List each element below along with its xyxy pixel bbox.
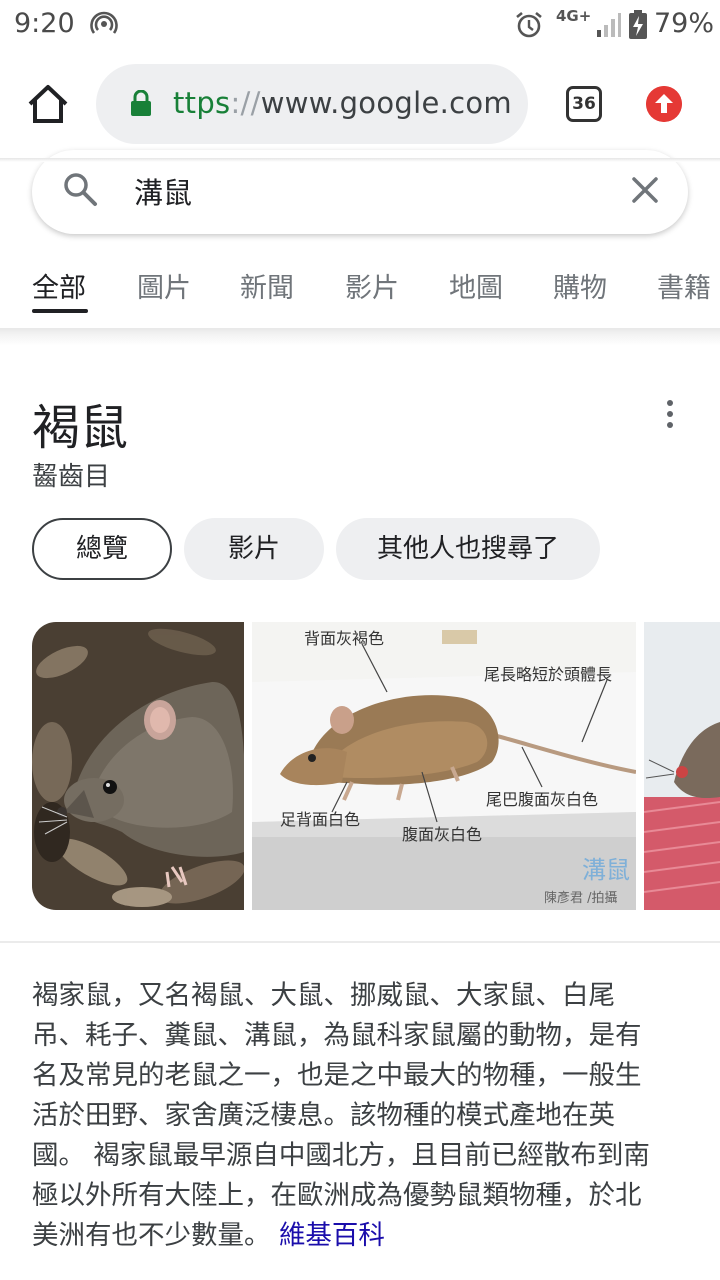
tab-shopping[interactable]: 購物	[553, 266, 607, 305]
url-separator: ://	[230, 86, 261, 120]
label-back-color: 背面灰褐色	[304, 629, 384, 648]
panel-subtitle: 齧齒目	[32, 462, 111, 492]
hotspot-icon	[90, 11, 118, 34]
description-line: 活於田野、家舍廣泛棲息。該物種的模式產地在英	[32, 1100, 615, 1131]
search-input[interactable]: 溝鼠	[134, 170, 192, 212]
description-last-line: 美洲有也不少數量。 維基百科	[32, 1216, 688, 1256]
tab-switcher-button[interactable]: 36	[566, 86, 602, 122]
image-watermark: 溝鼠	[582, 856, 630, 884]
signal-icon	[597, 13, 621, 37]
update-arrow-icon[interactable]	[646, 86, 682, 122]
image-credit: 陳彥君 /拍攝	[544, 890, 618, 906]
selected-tab-indicator	[32, 309, 88, 313]
label-foot-color: 足背面白色	[280, 810, 360, 829]
tab-news[interactable]: 新聞	[240, 266, 294, 305]
battery-charging-icon	[629, 10, 647, 39]
tab-videos[interactable]: 影片	[345, 266, 399, 305]
search-box[interactable]	[32, 150, 688, 234]
wikipedia-link[interactable]: 維基百科	[279, 1220, 385, 1251]
alarm-icon	[516, 11, 542, 38]
label-tail-length: 尾長略短於頭體長	[484, 665, 612, 684]
description-line: 名及常見的老鼠之一，也是之中最大的物種，一般生	[32, 1060, 642, 1091]
description-line: 吊、耗子、糞鼠、溝鼠，為鼠科家鼠屬的動物，是有	[32, 1020, 642, 1051]
status-bar: 9:20 4G+ 79%	[0, 0, 720, 50]
network-type: 4G+	[556, 7, 592, 25]
description-line: 褐家鼠，又名褐鼠、大鼠、挪威鼠、大家鼠、白尾	[32, 980, 615, 1011]
tab-images[interactable]: 圖片	[137, 266, 191, 305]
battery-percent: 79%	[654, 8, 715, 39]
description-line: 極以外所有大陸上，在歐洲成為優勢鼠類物種，於北	[32, 1180, 642, 1211]
rat-photo-1[interactable]	[32, 622, 244, 910]
status-time: 9:20	[14, 8, 75, 39]
url-text[interactable]: ttps://www.google.com	[173, 86, 512, 120]
chip-overview[interactable]: 總覽	[32, 518, 172, 580]
description-line: 國。 褐家鼠最早源自中國北方，且目前已經散布到南	[32, 1140, 650, 1171]
label-tail-belly: 尾巴腹面灰白色	[486, 790, 598, 809]
close-icon[interactable]	[628, 173, 662, 207]
tab-all[interactable]: 全部	[32, 266, 86, 305]
tab-maps[interactable]: 地圖	[449, 266, 503, 305]
panel-divider	[0, 941, 720, 943]
home-icon[interactable]	[26, 82, 70, 126]
rat-photo-3[interactable]	[644, 622, 720, 910]
more-vert-icon[interactable]	[652, 398, 688, 430]
toolbar-shadow	[0, 158, 720, 162]
url-host: www.google.com	[260, 86, 512, 120]
rat-diagram-photo[interactable]: 背面灰褐色 尾長略短於頭體長 尾巴腹面灰白色 足背面白色 腹面灰白色 溝鼠 陳彥…	[252, 622, 636, 910]
url-scheme: ttps	[173, 86, 231, 120]
panel-title: 褐鼠	[32, 400, 129, 456]
label-belly-color: 腹面灰白色	[402, 825, 482, 844]
tab-books[interactable]: 書籍	[657, 266, 711, 305]
description-line: 美洲有也不少數量。	[32, 1220, 279, 1251]
chip-videos[interactable]: 影片	[184, 518, 324, 580]
search-icon[interactable]	[62, 171, 98, 207]
panel-description: 褐家鼠，又名褐鼠、大鼠、挪威鼠、大家鼠、白尾 吊、耗子、糞鼠、溝鼠，為鼠科家鼠屬…	[32, 976, 688, 1256]
chip-people-also-search[interactable]: 其他人也搜尋了	[336, 518, 600, 580]
tabs-divider	[0, 328, 720, 346]
lock-icon[interactable]	[130, 90, 152, 116]
